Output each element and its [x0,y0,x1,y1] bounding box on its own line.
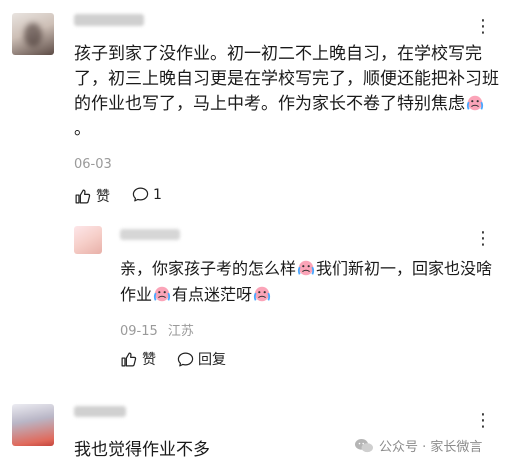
reply-date: 09-15 [120,324,158,339]
thumbs-up-icon [75,189,91,203]
user-name[interactable] [74,406,126,417]
more-dots-icon[interactable]: ⋮ [474,18,493,36]
watermark-text: 公众号 · 家长微言 [379,440,483,455]
like-button[interactable]: 赞 [74,186,110,206]
more-dots-icon[interactable]: ⋮ [474,412,493,430]
reply-button[interactable]: 回复 [177,349,226,369]
crying-face-emoji [153,286,171,302]
user-name[interactable] [74,14,144,26]
reply-text: 亲，你家孩子考的怎么样 我们新初一，回家也没啥作业 有点迷茫呀 [120,259,493,304]
reply-meta: 09-15 江苏 [120,320,194,339]
reply-location: 江苏 [167,324,194,339]
watermark: 公众号 · 家长微言 [354,436,482,455]
like-label: 赞 [142,352,156,368]
crying-face-emoji [297,260,315,276]
crying-face-emoji [466,95,484,111]
avatar[interactable] [12,404,54,446]
comment-count: 1 [153,186,162,203]
reply-label: 回复 [198,352,226,368]
comment-bubble-icon [132,187,149,202]
user-name[interactable] [120,229,180,240]
comment-button[interactable]: 1 [132,186,162,203]
wechat-logo-icon [355,438,373,452]
avatar[interactable] [74,226,102,254]
comment-text: 孩子到家了没作业。初一初二不上晚自习，在学校写完了，初三上晚自习更是在学校写完了… [74,44,499,139]
comment-bubble-icon [177,352,194,366]
comment-date: 06-03 [74,157,112,172]
thumbs-up-icon [121,352,137,366]
avatar[interactable] [12,13,54,55]
comment-text: 我也觉得作业不多 [74,440,210,460]
crying-face-emoji [253,286,271,302]
like-label: 赞 [96,189,110,205]
more-dots-icon[interactable]: ⋮ [474,230,493,248]
like-button[interactable]: 赞 [120,349,156,369]
